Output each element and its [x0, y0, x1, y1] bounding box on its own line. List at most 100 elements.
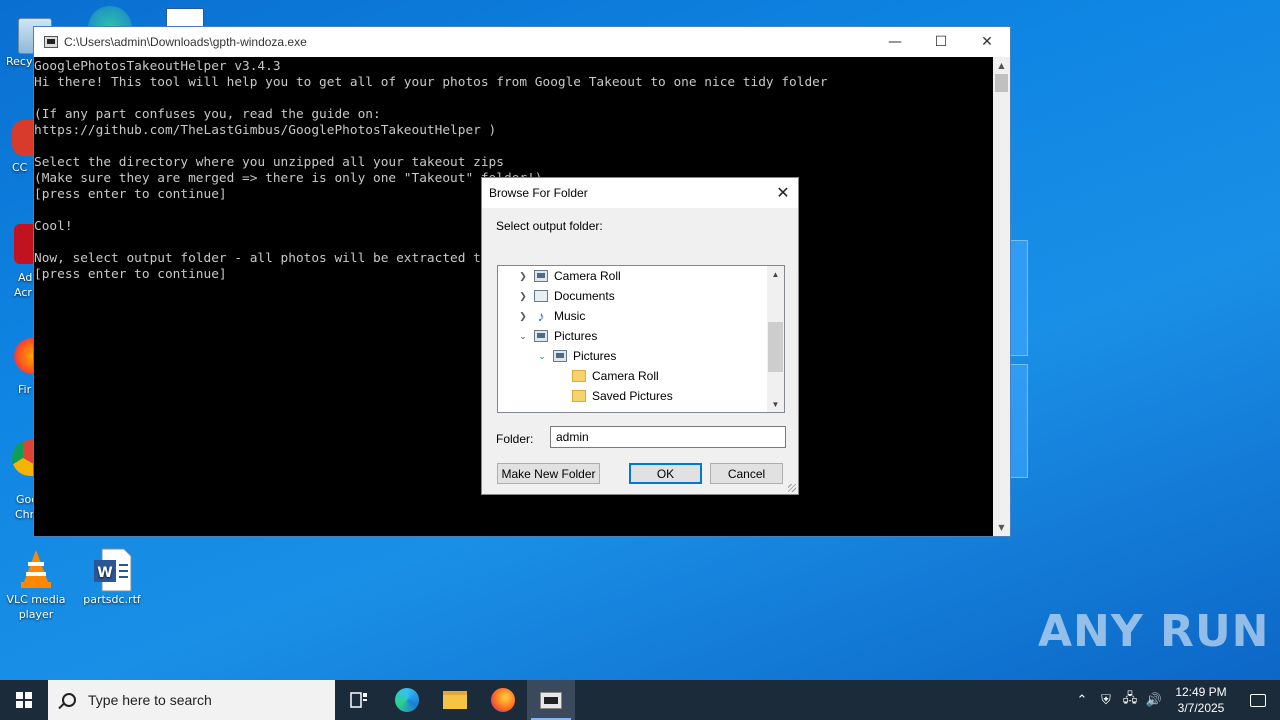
taskbar-search-box[interactable]: Type here to search [48, 680, 335, 720]
minimize-button[interactable]: — [872, 27, 918, 57]
show-hidden-icons-icon[interactable]: ⌃ [1070, 693, 1094, 708]
tree-item-label: Pictures [573, 349, 617, 363]
scroll-up-icon[interactable]: ▲ [993, 57, 1010, 74]
scroll-thumb[interactable] [995, 74, 1008, 92]
cancel-button[interactable]: Cancel [710, 463, 783, 484]
dialog-close-icon[interactable]: ✕ [768, 178, 798, 208]
folder-label: Folder: [496, 432, 534, 446]
notification-icon [1250, 693, 1266, 707]
volume-icon[interactable]: 🔊 [1142, 693, 1166, 708]
tree-item-documents[interactable]: ❯ Documents [516, 286, 615, 306]
folder-tree[interactable]: ❯ Camera Roll ❯ Documents ❯ ♪ Music ⌄ Pi… [497, 265, 785, 413]
network-icon[interactable]: 🖧 [1118, 689, 1142, 711]
folder-icon [572, 370, 586, 382]
tree-item-music[interactable]: ❯ ♪ Music [516, 306, 585, 326]
console-scrollbar[interactable]: ▲ ▼ [993, 57, 1010, 536]
partsdc-label: partsdc.rtf [83, 593, 141, 606]
console-icon [540, 691, 562, 709]
browse-folder-dialog[interactable]: Browse For Folder ✕ Select output folder… [481, 177, 799, 495]
firefox-taskbar-button[interactable] [479, 680, 527, 720]
acrobat-icon[interactable]: Ad Acr [14, 224, 34, 300]
ok-button[interactable]: OK [629, 463, 702, 484]
document-desktop-icon[interactable] [166, 8, 204, 28]
pictures-library-icon [553, 350, 567, 362]
chevron-down-icon[interactable]: ⌄ [516, 331, 530, 342]
tree-item-label: Music [554, 309, 586, 323]
make-new-folder-button[interactable]: Make New Folder [497, 463, 600, 484]
tree-item-label: Camera Roll [592, 369, 659, 383]
music-icon: ♪ [537, 308, 545, 324]
word-document-icon: W [92, 548, 132, 592]
chevron-down-icon[interactable]: ⌄ [535, 351, 549, 362]
vlc-label: VLC media player [6, 593, 66, 621]
start-button[interactable] [0, 680, 48, 720]
scroll-down-icon[interactable]: ▼ [767, 396, 784, 412]
console-app-icon [44, 36, 58, 48]
console-line: https://github.com/TheLastGimbus/GoogleP… [34, 123, 497, 138]
chevron-right-icon[interactable]: ❯ [516, 311, 530, 322]
dialog-title: Browse For Folder [489, 186, 588, 200]
search-icon [62, 693, 76, 707]
tree-item-pictures[interactable]: ⌄ Pictures [516, 326, 597, 346]
chevron-right-icon[interactable]: ❯ [516, 271, 530, 282]
dialog-titlebar[interactable]: Browse For Folder ✕ [482, 178, 798, 208]
firefox-icon[interactable]: Fir [14, 338, 34, 397]
edge-icon [395, 688, 419, 712]
defender-icon[interactable]: ⛨ [1094, 693, 1118, 708]
svg-text:W: W [97, 565, 112, 581]
firefox-label: Fir [18, 383, 32, 396]
partsdc-desktop-icon[interactable]: W partsdc.rtf [76, 548, 148, 607]
scroll-thumb[interactable] [768, 322, 783, 372]
dialog-prompt: Select output folder: [496, 219, 603, 233]
close-button[interactable]: ✕ [964, 27, 1010, 57]
console-line: GooglePhotosTakeoutHelper v3.4.3 [34, 59, 281, 74]
scroll-up-icon[interactable]: ▲ [767, 266, 784, 282]
system-tray: ⌃ ⛨ 🖧 🔊 12:49 PM 3/7/2025 [1070, 680, 1280, 720]
file-explorer-taskbar-button[interactable] [431, 680, 479, 720]
documents-icon [534, 290, 548, 302]
tree-item-label: Camera Roll [554, 269, 621, 283]
console-line: Select the directory where you unzipped … [34, 155, 504, 170]
maximize-button[interactable]: ☐ [918, 27, 964, 57]
tree-scrollbar[interactable]: ▲ ▼ [767, 266, 784, 412]
tree-item-label: Documents [554, 289, 615, 303]
pictures-library-icon [534, 330, 548, 342]
console-title: C:\Users\admin\Downloads\gpth-windoza.ex… [64, 35, 307, 49]
windows-wallpaper-logo [1010, 240, 1260, 480]
windows-icon [16, 692, 32, 708]
tree-item-pictures-sub[interactable]: ⌄ Pictures [535, 346, 616, 366]
clock[interactable]: 12:49 PM 3/7/2025 [1166, 684, 1236, 716]
taskbar: Type here to search ⌃ ⛨ 🖧 🔊 12:49 PM 3/7… [0, 680, 1280, 720]
folder-icon [443, 691, 467, 709]
vlc-desktop-icon[interactable]: VLC media player [0, 548, 72, 622]
console-taskbar-button[interactable] [527, 680, 575, 720]
console-line: (If any part confuses you, read the guid… [34, 107, 381, 122]
edge-taskbar-button[interactable] [383, 680, 431, 720]
clock-time: 12:49 PM [1175, 685, 1227, 699]
search-placeholder: Type here to search [88, 692, 212, 708]
notification-center-button[interactable] [1236, 693, 1280, 707]
tree-item-saved-pictures[interactable]: Saved Pictures [554, 386, 673, 406]
acrobat-label-1: Ad [18, 271, 33, 284]
edge-desktop-icon[interactable] [88, 6, 132, 28]
tree-item-label: Pictures [554, 329, 598, 343]
tree-item-camera-roll-folder[interactable]: Camera Roll [554, 366, 659, 386]
console-titlebar[interactable]: C:\Users\admin\Downloads\gpth-windoza.ex… [34, 27, 1010, 57]
scroll-down-icon[interactable]: ▼ [993, 519, 1010, 536]
anyrun-watermark: ANY RUN [1038, 606, 1270, 657]
console-line: Hi there! This tool will help you to get… [34, 75, 828, 90]
vlc-cone-icon [16, 548, 56, 588]
pictures-library-icon [534, 270, 548, 282]
clock-date: 3/7/2025 [1177, 701, 1225, 715]
acrobat-label-2: Acr [14, 286, 32, 299]
folder-input[interactable]: admin [550, 426, 786, 448]
chevron-right-icon[interactable]: ❯ [516, 291, 530, 302]
firefox-icon [491, 688, 515, 712]
tree-item-camera-roll[interactable]: ❯ Camera Roll [516, 266, 621, 286]
task-view-button[interactable] [335, 680, 383, 720]
folder-icon [572, 390, 586, 402]
resize-grip-icon[interactable] [788, 484, 796, 492]
task-view-icon [350, 692, 367, 708]
